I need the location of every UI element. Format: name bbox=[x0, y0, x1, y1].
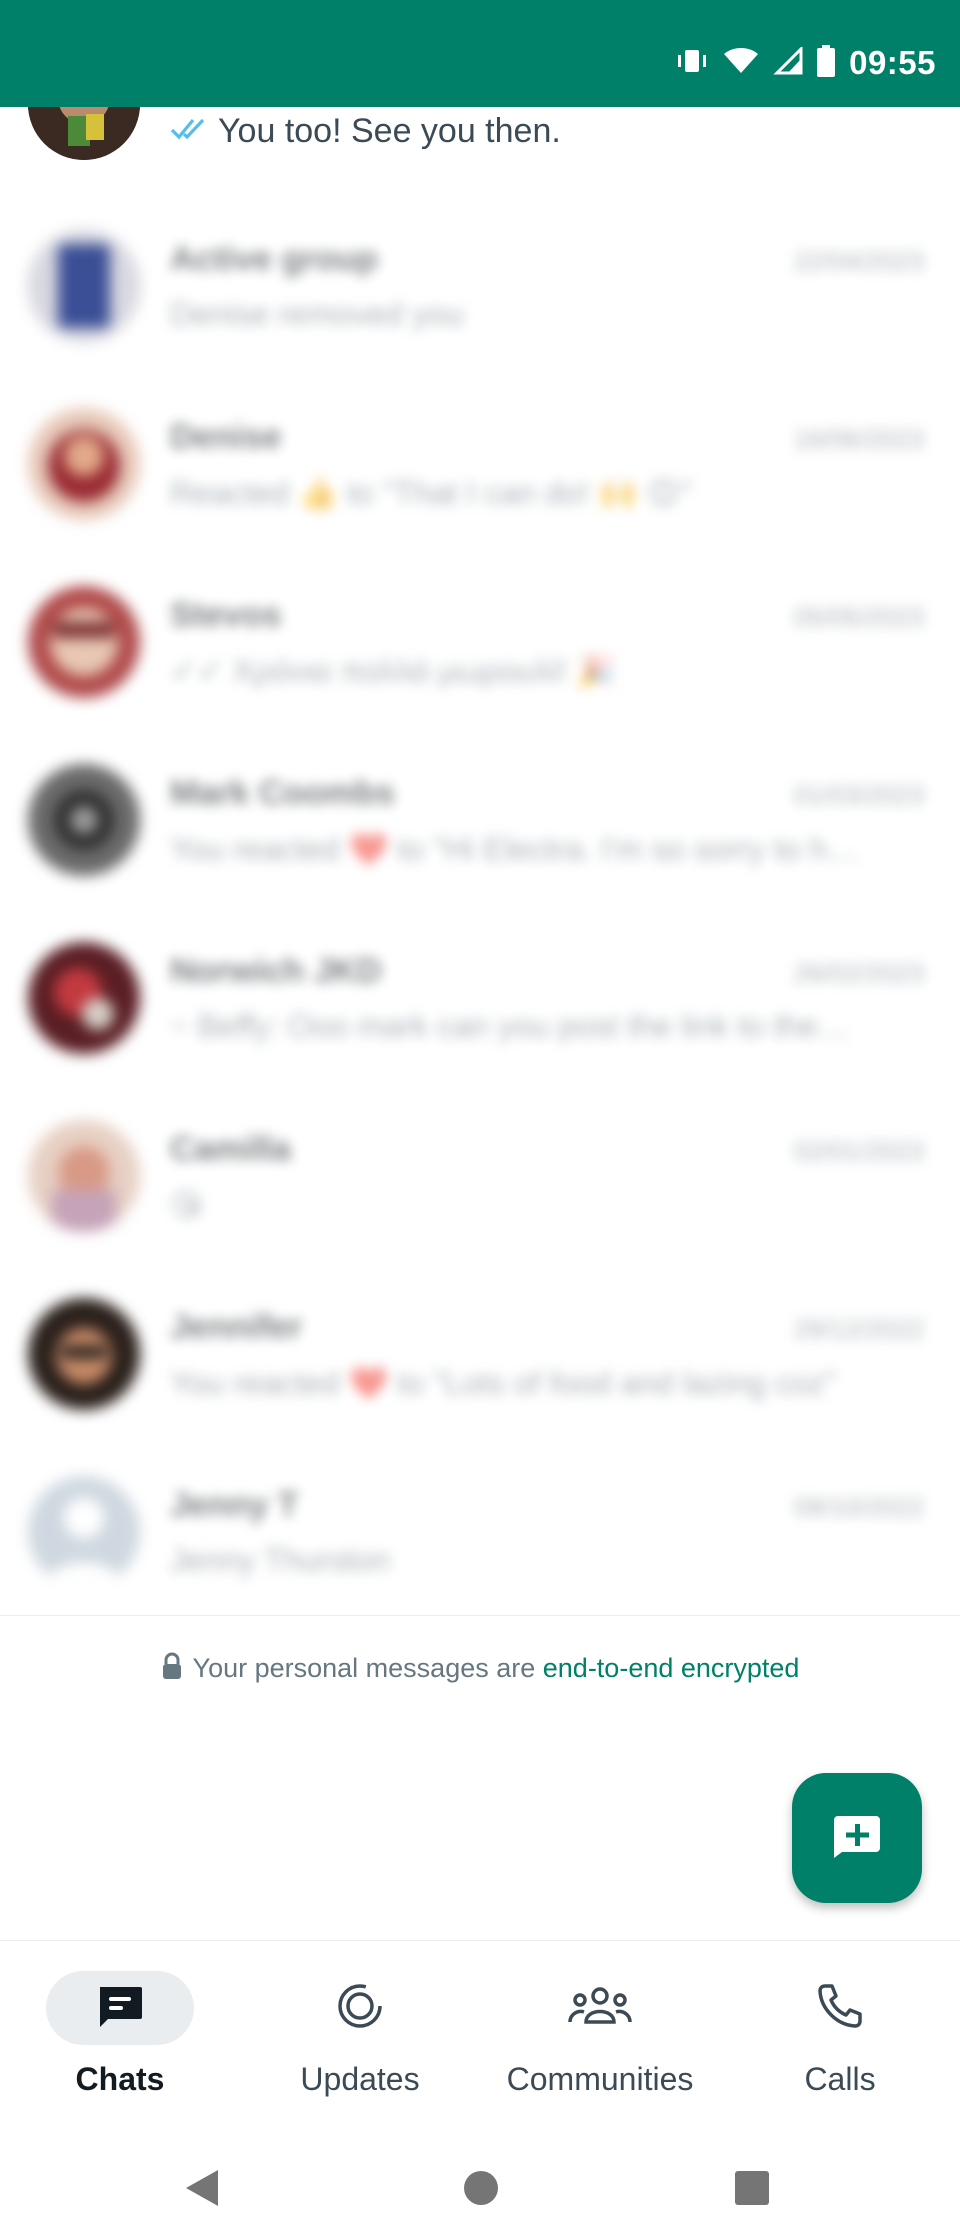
new-chat-icon bbox=[832, 1814, 882, 1863]
chat-date: 09/10/2022 bbox=[793, 1492, 924, 1522]
chat-row[interactable]: Norwich JKD 26/02/2023 ~ Beffy: Ooo mark… bbox=[0, 920, 960, 1096]
tab-label: Updates bbox=[300, 2061, 420, 2097]
chat-date: 02/01/2023 bbox=[793, 1136, 924, 1166]
wifi-icon bbox=[723, 47, 759, 80]
chat-preview: ~ Beffy: Ooo mark can you post the link … bbox=[170, 1008, 850, 1044]
chat-preview: Denise removed you bbox=[170, 296, 464, 332]
chat-row[interactable]: Stevos 05/05/2023 ✓✓ Χρόνια πολλά μωρουλ… bbox=[0, 564, 960, 740]
battery-icon bbox=[817, 44, 836, 82]
home-icon[interactable] bbox=[463, 2170, 499, 2211]
chat-name: Active group bbox=[170, 240, 378, 278]
avatar bbox=[28, 230, 140, 342]
updates-icon bbox=[335, 1981, 385, 2036]
lock-icon bbox=[161, 1652, 183, 1687]
bottom-nav: Chats Updates Communities Calls bbox=[0, 1940, 960, 2151]
chat-name: Jenny T bbox=[170, 1486, 299, 1524]
chat-preview: You reacted ❤️ to "Lots of food and lazi… bbox=[170, 1365, 837, 1401]
avatar bbox=[28, 1298, 140, 1410]
calls-icon bbox=[817, 1983, 863, 2034]
chat-preview: Reacted 👍 to "That I can do! 🙌 😊" bbox=[170, 475, 692, 511]
chat-preview: ✓✓ Χρόνια πολλά μωρουλί! 🎉 bbox=[170, 653, 616, 689]
encryption-note: Your personal messages are end-to-end en… bbox=[0, 1652, 960, 1687]
tab-updates[interactable]: Updates bbox=[240, 1941, 480, 2151]
divider bbox=[0, 1615, 960, 1616]
tab-label: Chats bbox=[75, 2061, 165, 2097]
chats-icon bbox=[96, 1985, 144, 2032]
encryption-link[interactable]: end-to-end encrypted bbox=[543, 1653, 800, 1683]
vibrate-icon bbox=[675, 47, 709, 80]
tab-chats[interactable]: Chats bbox=[0, 1941, 240, 2151]
tab-label: Communities bbox=[506, 2061, 694, 2097]
new-chat-button[interactable] bbox=[792, 1773, 922, 1903]
encryption-text: Your personal messages are bbox=[192, 1653, 543, 1683]
avatar bbox=[28, 1120, 140, 1232]
communities-icon bbox=[568, 1986, 632, 2031]
signal-icon bbox=[773, 44, 803, 80]
chat-row[interactable]: Mark Coombs 01/03/2023 You reacted ❤️ to… bbox=[0, 742, 960, 918]
default-avatar-icon bbox=[28, 1476, 140, 1588]
tab-label: Calls bbox=[804, 2061, 876, 2097]
double-check-icon bbox=[170, 112, 210, 151]
avatar bbox=[28, 586, 140, 698]
chat-date: 26/02/2023 bbox=[793, 958, 924, 988]
chat-row[interactable]: Jennifer 29/12/2022 You reacted ❤️ to "L… bbox=[0, 1276, 960, 1452]
chat-row[interactable]: Camilla 02/01/2023 😘 bbox=[0, 1098, 960, 1274]
chat-row[interactable]: Denise 16/06/2023 Reacted 👍 to "That I c… bbox=[0, 386, 960, 562]
chat-date: 01/03/2023 bbox=[793, 780, 924, 810]
chat-date: 22/04/2023 bbox=[793, 246, 924, 276]
chat-row[interactable]: Active group 22/04/2023 Denise removed y… bbox=[0, 208, 960, 384]
chat-name: Stevos bbox=[170, 596, 282, 634]
avatar bbox=[28, 408, 140, 520]
system-nav-bar bbox=[0, 2150, 960, 2240]
chat-name: Jennifer bbox=[170, 1308, 303, 1346]
chat-name: Denise bbox=[170, 418, 282, 456]
chat-name: Norwich JKD bbox=[170, 952, 382, 990]
chat-date: 29/12/2022 bbox=[793, 1314, 924, 1344]
back-icon[interactable] bbox=[184, 2168, 220, 2213]
status-bar: 09:55 bbox=[0, 0, 960, 107]
tab-communities[interactable]: Communities bbox=[480, 1941, 720, 2151]
chat-preview: You too! See you then. bbox=[170, 112, 561, 151]
chat-name: Camilla bbox=[170, 1130, 291, 1168]
chat-preview: Jenny Thurston bbox=[170, 1542, 390, 1578]
avatar bbox=[28, 942, 140, 1054]
chat-date: 05/05/2023 bbox=[793, 602, 924, 632]
status-time: 09:55 bbox=[849, 44, 936, 81]
chat-preview: 😘 bbox=[170, 1187, 204, 1223]
recents-icon[interactable] bbox=[734, 2170, 770, 2211]
chat-name: Mark Coombs bbox=[170, 774, 395, 812]
chat-row[interactable]: Jenny T 09/10/2022 Jenny Thurston bbox=[0, 1454, 960, 1630]
chat-preview: You reacted ❤️ to "Hi Electra. I'm so so… bbox=[170, 831, 860, 867]
chat-date: 16/06/2023 bbox=[793, 424, 924, 454]
avatar bbox=[28, 764, 140, 876]
tab-calls[interactable]: Calls bbox=[720, 1941, 960, 2151]
